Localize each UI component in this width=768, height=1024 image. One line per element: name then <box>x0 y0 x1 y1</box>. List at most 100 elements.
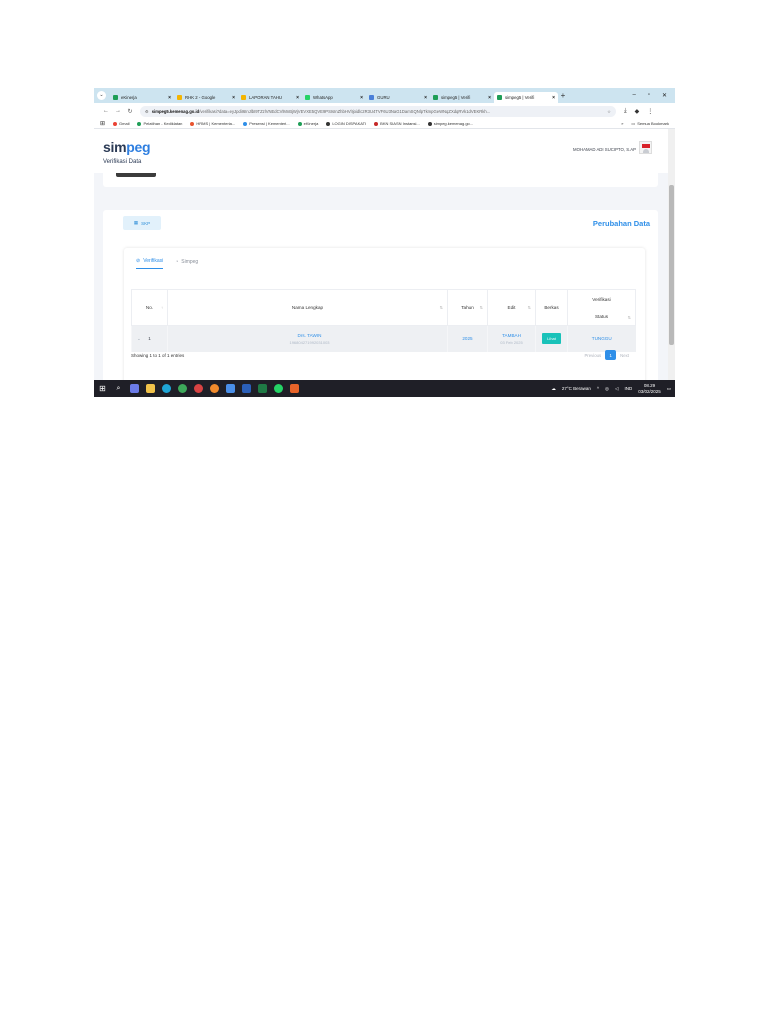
col-edit[interactable]: Edit ⇅ <box>487 289 536 326</box>
tab-verifikasi[interactable]: ⊘ Verifikasi <box>136 258 164 269</box>
previous-card-button[interactable] <box>116 173 156 177</box>
menu-icon[interactable]: ⋮ <box>647 108 653 115</box>
browser-tab[interactable]: LAPORAN TAHU × <box>238 92 302 103</box>
previous-button[interactable]: Previous <box>584 353 601 358</box>
maximize-button[interactable]: ▫ <box>648 92 650 99</box>
address-bar: ← → ↻ ⚙ simpeg5.kemenag.go.id /verifikas… <box>94 103 675 119</box>
tab-close-icon[interactable]: × <box>232 95 235 101</box>
bookmark-item[interactable]: simpeg.kemenag.go... <box>427 121 474 126</box>
notification-icon[interactable]: ▭ <box>667 386 671 392</box>
back-icon[interactable]: ← <box>100 108 112 114</box>
forward-icon[interactable]: → <box>112 108 124 114</box>
new-tab-button[interactable]: + <box>558 91 568 100</box>
next-button[interactable]: Next <box>620 353 629 358</box>
app-header: simpeg MOHAMAD ADI SUCIPTO, S.AP Verifik… <box>94 129 668 173</box>
app-icon-blue[interactable] <box>226 384 235 393</box>
system-tray: ☁ 27°C Berawan ^ ◎ ◁ IND 08.29 03/02/202… <box>551 383 671 394</box>
copilot-icon[interactable] <box>130 384 139 393</box>
app-icon-red[interactable] <box>194 384 203 393</box>
skp-button[interactable]: ▦ SKP <box>123 216 161 230</box>
tab-close-icon[interactable]: × <box>360 95 363 101</box>
browser-tab[interactable]: eKinerja × <box>110 92 174 103</box>
tab-simpeg[interactable]: ◔ Simpeg <box>175 258 198 269</box>
whatsapp-icon[interactable] <box>274 384 283 393</box>
col-no[interactable]: No. ↑ <box>131 289 168 326</box>
bookmark-item[interactable]: LOGIN DISPAKATI <box>326 121 366 126</box>
bookmark-favicon-icon <box>374 121 379 126</box>
tab-title: GURU <box>377 95 390 100</box>
reload-icon[interactable]: ↻ <box>124 108 136 115</box>
bookmark-item[interactable]: eKinerja <box>297 121 318 126</box>
bookmark-item[interactable]: Presensi | Kementeri... <box>243 121 290 126</box>
bookmark-item[interactable]: BKN SIASN Instansi... <box>374 121 420 126</box>
tab-title: eKinerja <box>121 95 137 100</box>
edge-icon[interactable] <box>162 384 171 393</box>
perubahan-data-card: ▦ SKP Perubahan Data ⊘ Verifikasi ◔ Simp… <box>103 210 658 380</box>
chevron-down-icon[interactable]: ⌄ <box>137 336 141 342</box>
employee-name[interactable]: Drs. TAWIN <box>172 333 447 338</box>
excel-icon[interactable] <box>258 384 267 393</box>
bookmark-favicon-icon <box>137 121 142 126</box>
tray-expand-icon[interactable]: ^ <box>597 386 599 391</box>
tab-search-icon[interactable]: ⌄ <box>97 91 106 100</box>
close-window-button[interactable]: ✕ <box>662 92 667 99</box>
tab-favicon-icon <box>369 95 374 100</box>
weather-text[interactable]: 27°C Berawan <box>562 386 591 391</box>
apps-grid-icon[interactable]: ⊞ <box>100 120 105 127</box>
col-tahun[interactable]: Tahun ⇅ <box>447 289 488 326</box>
search-icon[interactable]: ⌕ <box>114 384 123 393</box>
table-row[interactable]: ⌄ 1 Drs. TAWIN 196804271992031003 2025 T… <box>131 325 636 352</box>
volume-icon[interactable]: ◁ <box>615 386 618 392</box>
bookmark-item[interactable]: Gmail <box>113 121 129 126</box>
logo-part-a: sim <box>103 139 127 155</box>
edit-date: 03 Feb 2025 <box>500 339 523 345</box>
tab-favicon-icon <box>113 95 118 100</box>
bookmark-item[interactable]: HRMS | Kementeria... <box>190 121 235 126</box>
network-icon[interactable]: ◎ <box>605 386 609 392</box>
lihat-button[interactable]: Lihat <box>542 333 561 345</box>
tab-close-icon[interactable]: × <box>296 95 299 101</box>
browser-tab[interactable]: GURU × <box>366 92 430 103</box>
tab-favicon-icon <box>433 95 438 100</box>
scroll-thumb[interactable] <box>669 185 674 345</box>
bookmark-label: Gmail <box>119 121 130 126</box>
bookmark-star-icon[interactable]: ☆ <box>604 109 611 114</box>
download-icon[interactable]: ⤓ <box>624 108 627 115</box>
page-1-button[interactable]: 1 <box>605 350 617 360</box>
app-icon-orange[interactable] <box>290 384 299 393</box>
chrome-icon[interactable] <box>178 384 187 393</box>
clock[interactable]: 08.29 03/02/2025 <box>638 383 661 394</box>
col-status[interactable]: Verifikasi Status ⇅ <box>567 289 636 326</box>
firefox-icon[interactable] <box>210 384 219 393</box>
file-explorer-icon[interactable] <box>146 384 155 393</box>
bookmarks-more[interactable]: » <box>621 121 623 126</box>
browser-tab[interactable]: WhatsApp × <box>302 92 366 103</box>
url-field[interactable]: ⚙ simpeg5.kemenag.go.id /verifikasi?data… <box>140 105 616 117</box>
avatar[interactable] <box>639 141 652 154</box>
page-scrollbar[interactable] <box>668 129 675 380</box>
tab-list: eKinerja × RHK 2 - Google × LAPORAN TAHU × Wha… <box>110 88 558 103</box>
browser-tab[interactable]: simpeg5 | Verifi × <box>430 92 494 103</box>
tab-close-icon[interactable]: × <box>552 95 555 101</box>
windows-start-icon[interactable]: ⊞ <box>98 384 107 393</box>
bookmark-label: simpeg.kemenag.go... <box>433 121 474 126</box>
word-icon[interactable] <box>242 384 251 393</box>
extension-icon[interactable]: ◆ <box>635 108 640 115</box>
bookmark-item[interactable]: Pelatihan - Kediklatan <box>137 121 182 126</box>
minimize-button[interactable]: – <box>632 92 635 99</box>
col-status-label: Status <box>594 313 609 319</box>
tab-close-icon[interactable]: × <box>168 95 171 101</box>
screenshot: ⌄ eKinerja × RHK 2 - Google × LAPORAN TAHU × W… <box>94 88 675 397</box>
tab-close-icon[interactable]: × <box>488 95 491 101</box>
lang-indicator[interactable]: IND <box>624 386 632 391</box>
browser-tab[interactable]: RHK 2 - Google × <box>174 92 238 103</box>
bookmark-label: Pelatihan - Kediklatan <box>143 121 183 126</box>
user-name[interactable]: MOHAMAD ADI SUCIPTO, S.AP <box>573 147 636 152</box>
tab-close-icon[interactable]: × <box>424 95 427 101</box>
browser-tab[interactable]: simpeg5 | Verifi × <box>494 92 558 103</box>
col-nama[interactable]: Nama Lengkap ⇅ <box>167 289 448 326</box>
all-bookmarks[interactable]: ▭ Semua Bookmark <box>631 121 669 126</box>
cell-nama: Drs. TAWIN 196804271992031003 <box>167 325 448 352</box>
simpeg-logo[interactable]: simpeg <box>103 139 151 155</box>
site-info-icon[interactable]: ⚙ <box>145 109 149 114</box>
